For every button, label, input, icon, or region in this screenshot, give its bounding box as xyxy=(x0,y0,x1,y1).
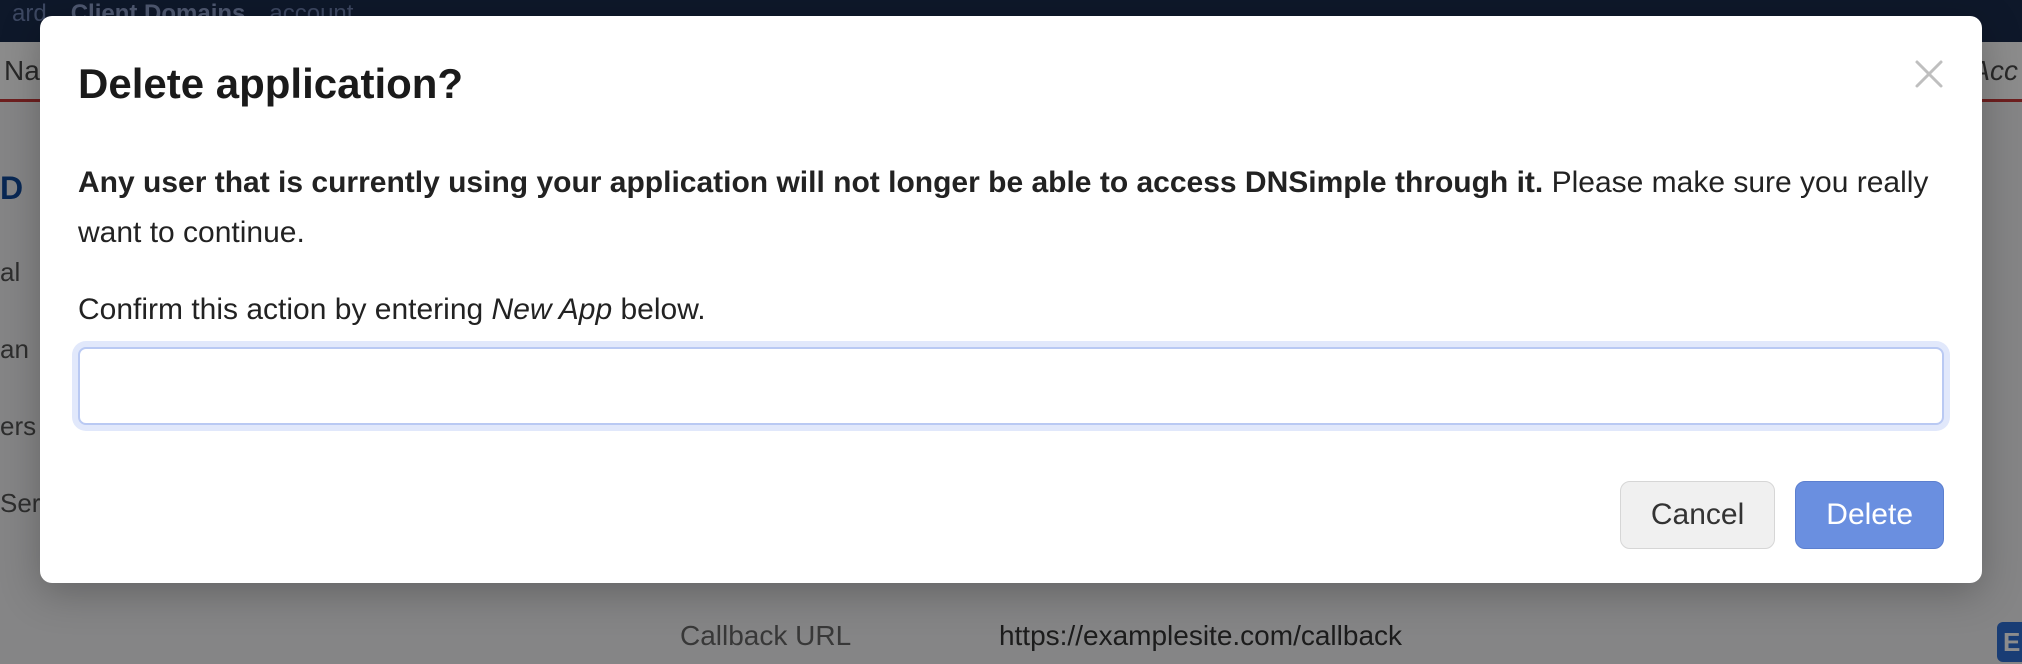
delete-application-modal: Delete application? Any user that is cur… xyxy=(40,16,1982,583)
confirm-input[interactable] xyxy=(78,347,1944,425)
modal-title: Delete application? xyxy=(78,60,1944,108)
confirm-instruction: Confirm this action by entering New App … xyxy=(78,293,1944,327)
confirm-app-name: New App xyxy=(492,293,613,326)
warning-bold: Any user that is currently using your ap… xyxy=(78,166,1543,199)
confirm-suffix: below. xyxy=(612,293,705,326)
confirm-prefix: Confirm this action by entering xyxy=(78,293,492,326)
modal-footer: Cancel Delete xyxy=(78,481,1944,549)
cancel-button[interactable]: Cancel xyxy=(1620,481,1775,549)
modal-body: Any user that is currently using your ap… xyxy=(78,158,1944,257)
delete-button[interactable]: Delete xyxy=(1795,481,1944,549)
close-icon[interactable] xyxy=(1914,54,1944,96)
